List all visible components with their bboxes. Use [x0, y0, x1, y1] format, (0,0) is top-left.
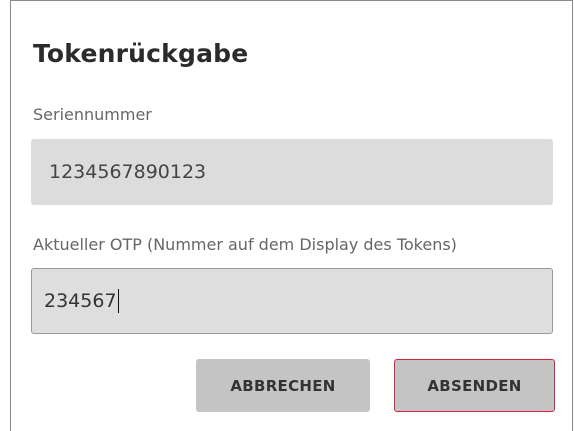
dialog-title: Tokenrückgabe: [33, 39, 249, 68]
submit-button[interactable]: ABSENDEN: [394, 359, 555, 412]
otp-value: 234567: [44, 290, 117, 312]
serial-number-label: Seriennummer: [33, 105, 152, 124]
serial-number-value: 1234567890123: [49, 161, 207, 183]
otp-input[interactable]: 234567: [31, 268, 553, 334]
otp-label: Aktueller OTP (Nummer auf dem Display de…: [33, 235, 457, 254]
text-cursor: [117, 289, 119, 313]
serial-number-field: 1234567890123: [31, 139, 553, 205]
cancel-button[interactable]: ABBRECHEN: [196, 359, 370, 412]
token-return-dialog: Tokenrückgabe Seriennummer 1234567890123…: [10, 0, 573, 431]
